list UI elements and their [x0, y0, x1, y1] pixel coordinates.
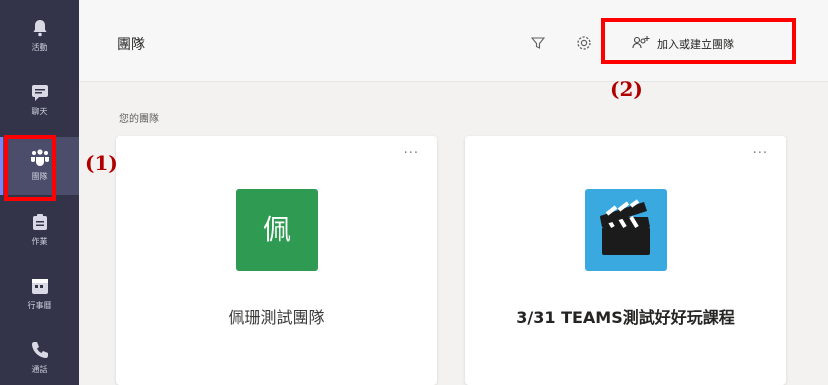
assignments-icon [33, 214, 47, 230]
annotation-label-1: (1) [85, 151, 118, 175]
more-options-icon[interactable]: ... [404, 142, 419, 157]
rail-item-chat[interactable]: 聊天 [0, 72, 79, 130]
filter-icon[interactable] [531, 36, 545, 50]
highlight-box-join [601, 18, 796, 64]
rail-label: 行事曆 [27, 301, 52, 310]
rail-item-calls[interactable]: 通話 [0, 330, 79, 385]
annotation-label-2: (2) [610, 77, 643, 101]
team-name: 3/31 TEAMS測試好好玩課程 [516, 308, 735, 327]
section-label-your-teams: 您的團隊 [119, 114, 159, 125]
rail-item-activity[interactable]: 活動 [0, 8, 79, 66]
phone-icon [32, 342, 48, 358]
rail-label: 聊天 [31, 107, 48, 116]
team-avatar [585, 189, 667, 271]
team-name: 佩珊測試團隊 [228, 308, 325, 327]
rail-label: 作業 [31, 237, 48, 246]
team-card[interactable]: ... 3/31 TEAMS測試好好玩課程 [465, 136, 786, 385]
clapperboard-icon [600, 199, 650, 255]
rail-label: 通話 [31, 365, 48, 374]
bell-icon [33, 20, 47, 37]
rail-item-assignments[interactable]: 作業 [0, 202, 79, 260]
more-options-icon[interactable]: ... [753, 142, 768, 157]
calendar-icon [32, 279, 48, 294]
highlight-box-teams [4, 135, 56, 201]
rail-label: 活動 [31, 43, 48, 52]
gear-icon[interactable] [575, 34, 593, 52]
team-card[interactable]: ... 佩 佩珊測試團隊 [116, 136, 437, 385]
rail-item-calendar[interactable]: 行事曆 [0, 266, 79, 324]
team-avatar: 佩 [236, 189, 318, 271]
page-title: 團隊 [117, 37, 145, 53]
chat-icon [32, 85, 48, 101]
